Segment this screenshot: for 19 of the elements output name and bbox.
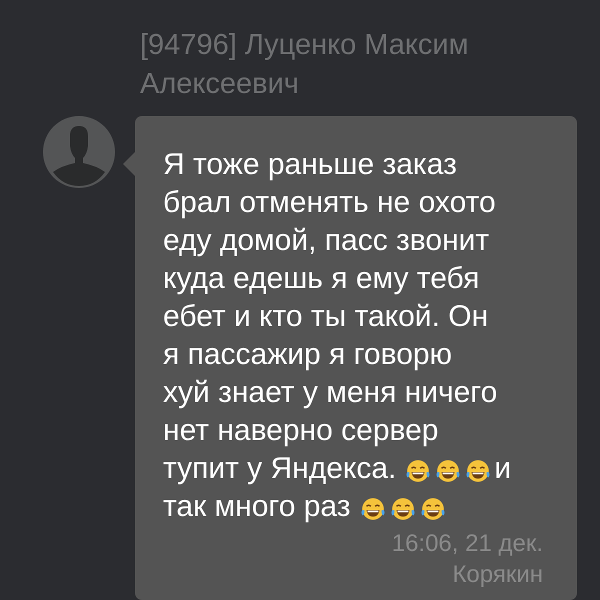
message-text: куда едешь я ему тебя: [163, 261, 480, 297]
laughing-emoji-icon: [435, 458, 462, 484]
laughing-emoji-icon: [405, 458, 432, 484]
laughing-emoji-icon: [360, 496, 386, 522]
message-text: так много раз: [163, 489, 351, 525]
message-text: я пассажир я говорю: [163, 337, 452, 373]
avatar-icon: [43, 116, 115, 188]
laughing-emoji-icon: [465, 458, 492, 484]
message-text: нет наверно сервер: [163, 413, 438, 449]
message-text: тупит у Яндекса.: [163, 451, 396, 487]
message-text: еду домой, пасс звонит: [163, 223, 490, 259]
laughing-emoji-icon: [420, 496, 446, 522]
message-text: брал отменять не охото: [163, 185, 496, 221]
message-text: ебет и кто ты такой. Он: [163, 299, 488, 335]
message-text: хуй знает у меня ничего: [163, 375, 498, 411]
message-text: и: [494, 451, 512, 487]
sender-name: [94796] Луценко Максим Алексеевич: [140, 28, 470, 102]
message-text: Я тоже раньше заказ: [163, 147, 457, 183]
laughing-emoji-icon: [390, 496, 416, 522]
